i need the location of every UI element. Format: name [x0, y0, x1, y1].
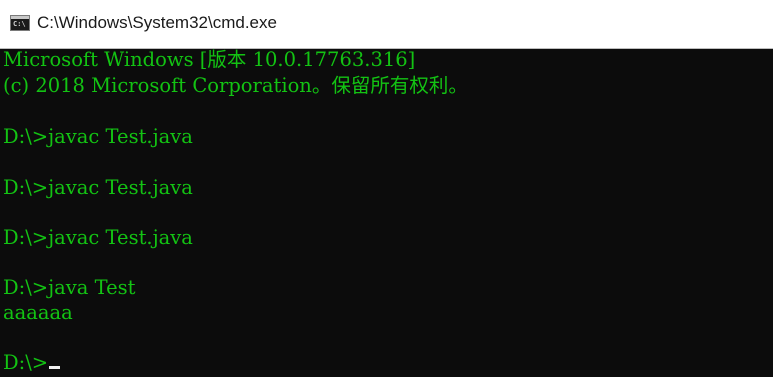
console-line-command: D:\>javac Test.java [3, 176, 193, 199]
prompt-text: D:\> [3, 351, 49, 374]
console-area[interactable]: Microsoft Windows [版本 10.0.17763.316] (c… [0, 49, 773, 377]
console-line-output: aaaaaa [3, 301, 73, 324]
icon-prompt-text: C:\ [13, 20, 26, 28]
console-line-command: D:\>javac Test.java [3, 125, 193, 148]
console-line-command: D:\>java Test [3, 276, 136, 299]
console-line-command: D:\>javac Test.java [3, 226, 193, 249]
window-title: C:\Windows\System32\cmd.exe [37, 13, 277, 32]
cmd-window: C:\ C:\Windows\System32\cmd.exe Microsof… [0, 0, 773, 377]
console-line-prompt[interactable]: D:\> [3, 351, 61, 374]
title-bar[interactable]: C:\ C:\Windows\System32\cmd.exe [0, 0, 773, 48]
cmd-icon: C:\ [10, 15, 30, 31]
console-line-copyright: (c) 2018 Microsoft Corporation。保留所有权利。 [3, 74, 468, 97]
icon-title-strip [11, 16, 29, 19]
text-cursor [49, 366, 61, 369]
console-line-version: Microsoft Windows [版本 10.0.17763.316] [3, 49, 416, 71]
